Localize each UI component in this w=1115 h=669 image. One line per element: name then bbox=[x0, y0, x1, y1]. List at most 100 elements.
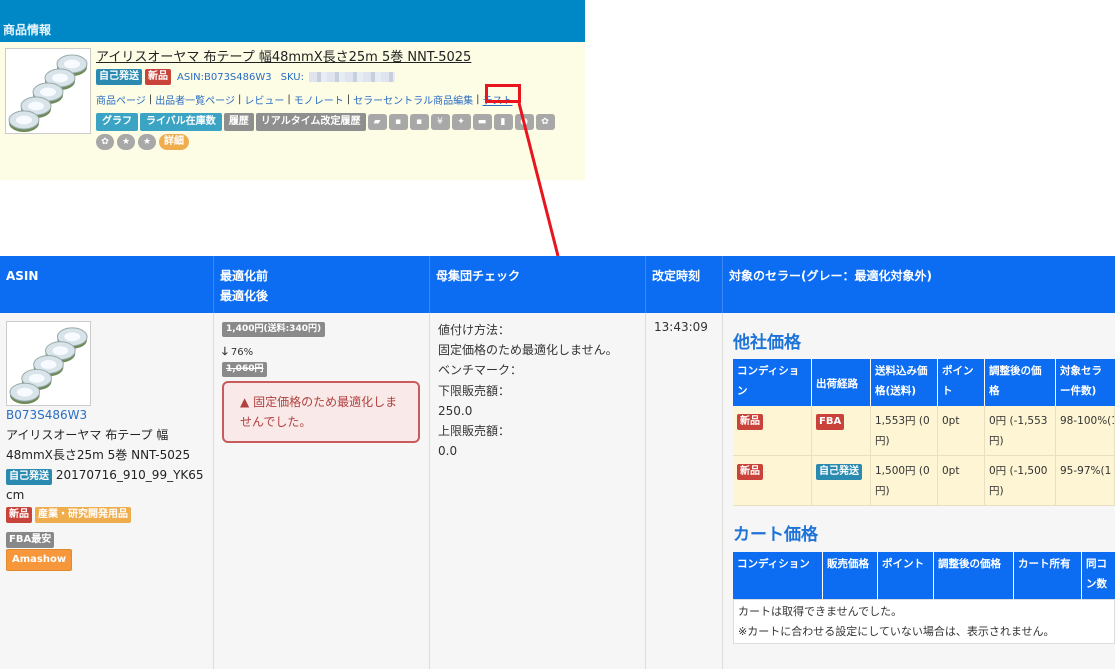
item-sku-row: 自己発送 20170716_910_99_YK65cm bbox=[6, 465, 206, 505]
arrow-down-icon: 🡓 bbox=[222, 345, 228, 358]
link-monorate[interactable]: モノレート bbox=[294, 92, 344, 107]
cart-header-same-condition: 同コン数 bbox=[1082, 552, 1115, 599]
highlight-box bbox=[485, 84, 521, 103]
yen-icon[interactable]: ¥ bbox=[430, 114, 450, 130]
paw-icon[interactable]: ✿ bbox=[96, 134, 114, 150]
amashow-button[interactable]: Amashow bbox=[6, 549, 73, 571]
max-price-value: 0.0 bbox=[438, 444, 458, 459]
header-target-sellers: 対象のセラー(グレー：最適化対象外) bbox=[729, 269, 932, 283]
link-review[interactable]: レビュー bbox=[244, 92, 284, 107]
page-root: 商品情報 アイリスオーヤマ 布テープ 幅48mmX長さ25m 5巻 NNT-50… bbox=[0, 0, 1115, 669]
self-ship-badge: 自己発送 bbox=[6, 469, 52, 485]
new-badge: 新品 bbox=[6, 507, 32, 523]
comp-row1-condition: 新品 bbox=[733, 406, 812, 456]
link-seller-list[interactable]: 出品者一覧ページ bbox=[155, 92, 235, 107]
sku-label: SKU: bbox=[280, 71, 304, 83]
competitor-price-table: コンディション 出荷経路 送料込み価格(送料) ポイント 調整後の価格 対象セラ… bbox=[733, 359, 1115, 506]
cart-price-table: コンディション 販売価格 ポイント 調整後の価格 カート所有 同コン数 カートは… bbox=[733, 552, 1115, 644]
item-image[interactable] bbox=[6, 321, 91, 406]
self-ship-badge: 自己発送 bbox=[816, 464, 862, 480]
comp-row1-price: 1,553円 (0円) bbox=[871, 406, 938, 456]
comp-row2-condition: 新品 bbox=[733, 456, 812, 506]
fba-lowest-badge: FBA最安 bbox=[6, 532, 55, 548]
optimize-alert: ▲ 固定価格のため最適化しませんでした。 bbox=[222, 381, 420, 443]
inbox-icon[interactable]: ▬ bbox=[472, 114, 492, 130]
paw-icon[interactable]: ✿ bbox=[535, 114, 555, 130]
history-button[interactable]: 履歴 bbox=[223, 113, 254, 131]
link-product-page[interactable]: 商品ページ bbox=[96, 92, 146, 107]
realtime-history-button[interactable]: リアルタイム改定履歴 bbox=[255, 113, 366, 131]
cart-plus-icon[interactable]: ▪ bbox=[409, 114, 429, 130]
product-image[interactable] bbox=[5, 48, 91, 134]
benchmark-label: ベンチマーク： bbox=[438, 363, 523, 378]
fba-badge: FBA bbox=[816, 414, 845, 430]
comp-row2-target: 95-97%(1 bbox=[1056, 456, 1115, 506]
folder-icon[interactable]: ▰ bbox=[367, 114, 387, 130]
cart-header-condition: コンディション bbox=[733, 552, 823, 599]
cart-message: カートは取得できませんでした。 ※カートに合わせる設定にしていない場合は、表示さ… bbox=[733, 599, 1115, 644]
header-revision-time: 改定時刻 bbox=[646, 256, 723, 313]
percent-change: 🡓 76% bbox=[222, 343, 253, 362]
panel-header: 商品情報 bbox=[0, 0, 585, 42]
new-badge: 新品 bbox=[737, 464, 763, 480]
product-title-link[interactable]: アイリスオーヤマ 布テープ 幅48mmX長さ25m 5巻 NNT-5025 bbox=[96, 46, 581, 65]
header-optimize-after: 最適化後 bbox=[220, 289, 269, 303]
star-icon[interactable]: ★ bbox=[117, 134, 135, 150]
pricing-table: ASIN 最適化前 最適化後 母集団チェック 改定時刻 対象のセラー(グレー：最… bbox=[0, 256, 1115, 669]
user-icon[interactable]: ● bbox=[514, 114, 534, 130]
comp-row2-route: 自己発送 bbox=[812, 456, 871, 506]
graph-button[interactable]: グラフ bbox=[96, 113, 138, 131]
comp-row2-price: 1,500円 (0円) bbox=[871, 456, 938, 506]
item-fba-row: FBA最安 bbox=[6, 527, 55, 548]
gift-icon[interactable]: ✦ bbox=[451, 114, 471, 130]
detail-button[interactable]: 詳細 bbox=[159, 134, 189, 150]
link-seller-central-edit[interactable]: セラーセントラル商品編集 bbox=[353, 92, 473, 107]
table-header: ASIN 最適化前 最適化後 母集団チェック 改定時刻 対象のセラー(グレー：最… bbox=[0, 256, 1115, 313]
cell-optimize: 1,400円(送料:340円) 🡓 76% 1,060円 ▲ 固定価格のため最適… bbox=[214, 313, 430, 669]
new-badge: 新品 bbox=[145, 69, 171, 85]
star-icon[interactable]: ★ bbox=[138, 134, 156, 150]
cart-icon[interactable]: ▪ bbox=[388, 114, 408, 130]
asin-text: ASIN:B073S486W3 bbox=[177, 71, 272, 83]
comp-row1-adjusted: 0円 (-1,553円) bbox=[985, 406, 1056, 456]
sku-redacted bbox=[308, 72, 395, 82]
cart-header-sale-price: 販売価格 bbox=[823, 552, 878, 599]
action-icons-row2: ✿ ★ ★ 詳細 bbox=[96, 134, 581, 150]
link-separator: | bbox=[148, 94, 153, 105]
cart-message-line2: ※カートに合わせる設定にしていない場合は、表示されません。 bbox=[738, 625, 1055, 638]
revision-time: 13:43:09 bbox=[654, 320, 708, 334]
check-details: 値付け方法： 固定価格のため最適化しません。 ベンチマーク： 下限販売額： 25… bbox=[438, 320, 618, 461]
link-separator: | bbox=[287, 94, 291, 105]
cart-message-line1: カートは取得できませんでした。 bbox=[738, 605, 903, 618]
cell-population-check: 値付け方法： 固定価格のため最適化しません。 ベンチマーク： 下限販売額： 25… bbox=[430, 313, 646, 669]
link-separator: | bbox=[476, 94, 480, 105]
comp-row1-route: FBA bbox=[812, 406, 871, 456]
header-asin: ASIN bbox=[0, 256, 214, 313]
price-after: 1,060円 bbox=[222, 362, 268, 377]
comp-header-target: 対象セラー件数) bbox=[1056, 359, 1115, 406]
comp-header-points: ポイント bbox=[938, 359, 985, 406]
header-population-check: 母集団チェック bbox=[430, 256, 646, 313]
cell-asin: B073S486W3 アイリスオーヤマ 布テープ 幅48mmX長さ25m 5巻 … bbox=[0, 313, 214, 669]
comp-row1-points: 0pt bbox=[938, 406, 985, 456]
comp-row1-target: 98-100%(1 bbox=[1056, 406, 1115, 456]
alert-text: 固定価格のため最適化しませんでした。 bbox=[240, 395, 398, 429]
product-info-panel: 商品情報 アイリスオーヤマ 布テープ 幅48mmX長さ25m 5巻 NNT-50… bbox=[0, 0, 585, 180]
price-before: 1,400円(送料:340円) bbox=[222, 322, 326, 337]
rival-stock-button[interactable]: ライバル在庫数 bbox=[140, 113, 222, 131]
min-price-label: 下限販売額： bbox=[438, 383, 511, 398]
cart-price-title: カート価格 bbox=[733, 525, 818, 545]
comp-header-route: 出荷経路 bbox=[812, 359, 871, 406]
comp-row2-points: 0pt bbox=[938, 456, 985, 506]
max-price-label: 上限販売額： bbox=[438, 424, 511, 439]
header-optimize-before: 最適化前 bbox=[220, 269, 269, 283]
comp-header-adjusted: 調整後の価格 bbox=[985, 359, 1056, 406]
pricing-method-value: 固定価格のため最適化しません。 bbox=[438, 343, 618, 358]
pricing-method-label: 値付け方法： bbox=[438, 323, 511, 337]
product-tags: 自己発送 新品 ASIN:B073S486W3 SKU: bbox=[96, 69, 581, 85]
item-asin-link[interactable]: B073S486W3 bbox=[6, 408, 87, 422]
trash-icon[interactable]: ▮ bbox=[493, 114, 513, 130]
link-separator: | bbox=[346, 94, 351, 105]
cart-header-owner: カート所有 bbox=[1014, 552, 1082, 599]
item-name: アイリスオーヤマ 布テープ 幅48mmX長さ25m 5巻 NNT-5025 bbox=[6, 428, 191, 462]
